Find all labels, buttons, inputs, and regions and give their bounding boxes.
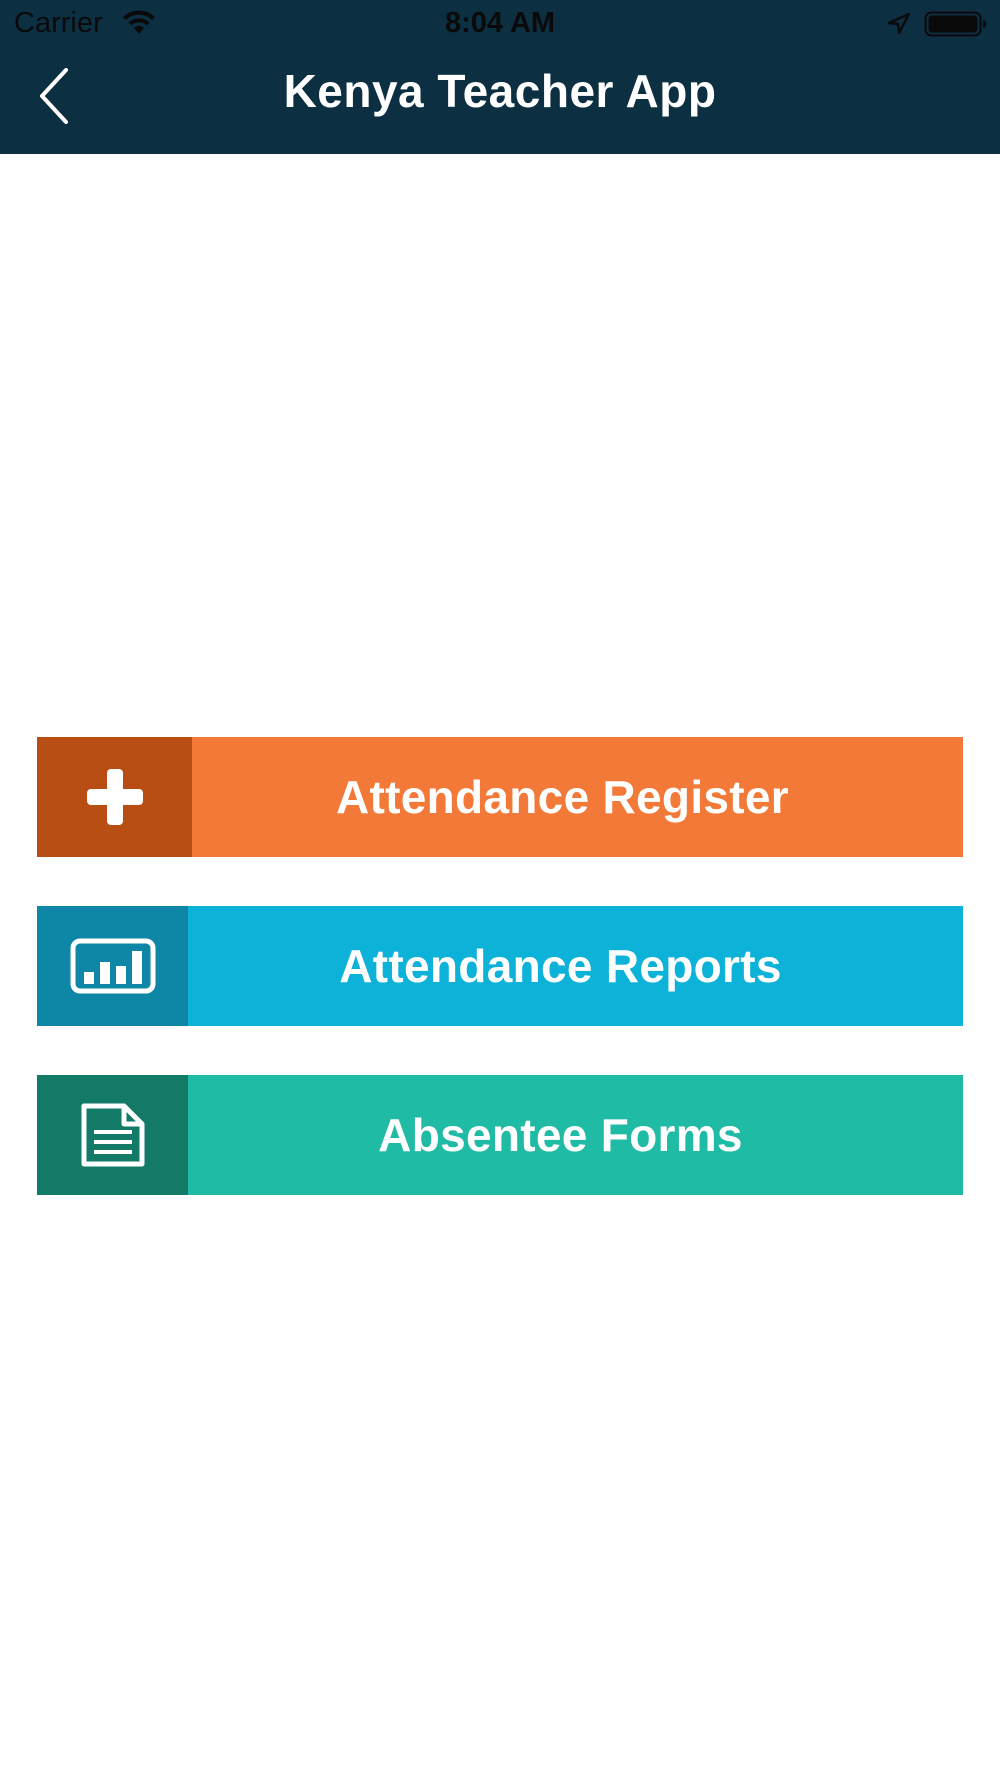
absentee-forms-button[interactable]: Absentee Forms [37, 1075, 963, 1195]
app-screen: Carrier 8:04 AM Kenya Teacher App Attend… [0, 0, 1000, 1778]
menu-item-label: Attendance Reports [188, 906, 963, 1026]
menu-icon-box [37, 906, 188, 1026]
attendance-register-button[interactable]: Attendance Register [37, 737, 963, 857]
status-time: 8:04 AM [444, 7, 556, 39]
plus-icon [86, 769, 143, 825]
battery-icon [924, 11, 986, 37]
menu-item-label: Attendance Register [192, 737, 963, 857]
menu-item-label: Absentee Forms [188, 1075, 963, 1195]
bar-chart-icon [70, 938, 155, 994]
main-menu: Attendance Register Attendance Reports A… [37, 737, 963, 1244]
menu-icon-box [37, 737, 192, 857]
page-title: Kenya Teacher App [283, 65, 717, 117]
attendance-reports-button[interactable]: Attendance Reports [37, 906, 963, 1026]
menu-icon-box [37, 1075, 188, 1195]
navigation-bar: Kenya Teacher App [0, 50, 1000, 154]
location-arrow-icon [887, 12, 911, 35]
document-icon [81, 1103, 144, 1167]
status-bar: Carrier 8:04 AM [0, 0, 1000, 50]
app-header: Carrier 8:04 AM Kenya Teacher App [0, 0, 1000, 154]
